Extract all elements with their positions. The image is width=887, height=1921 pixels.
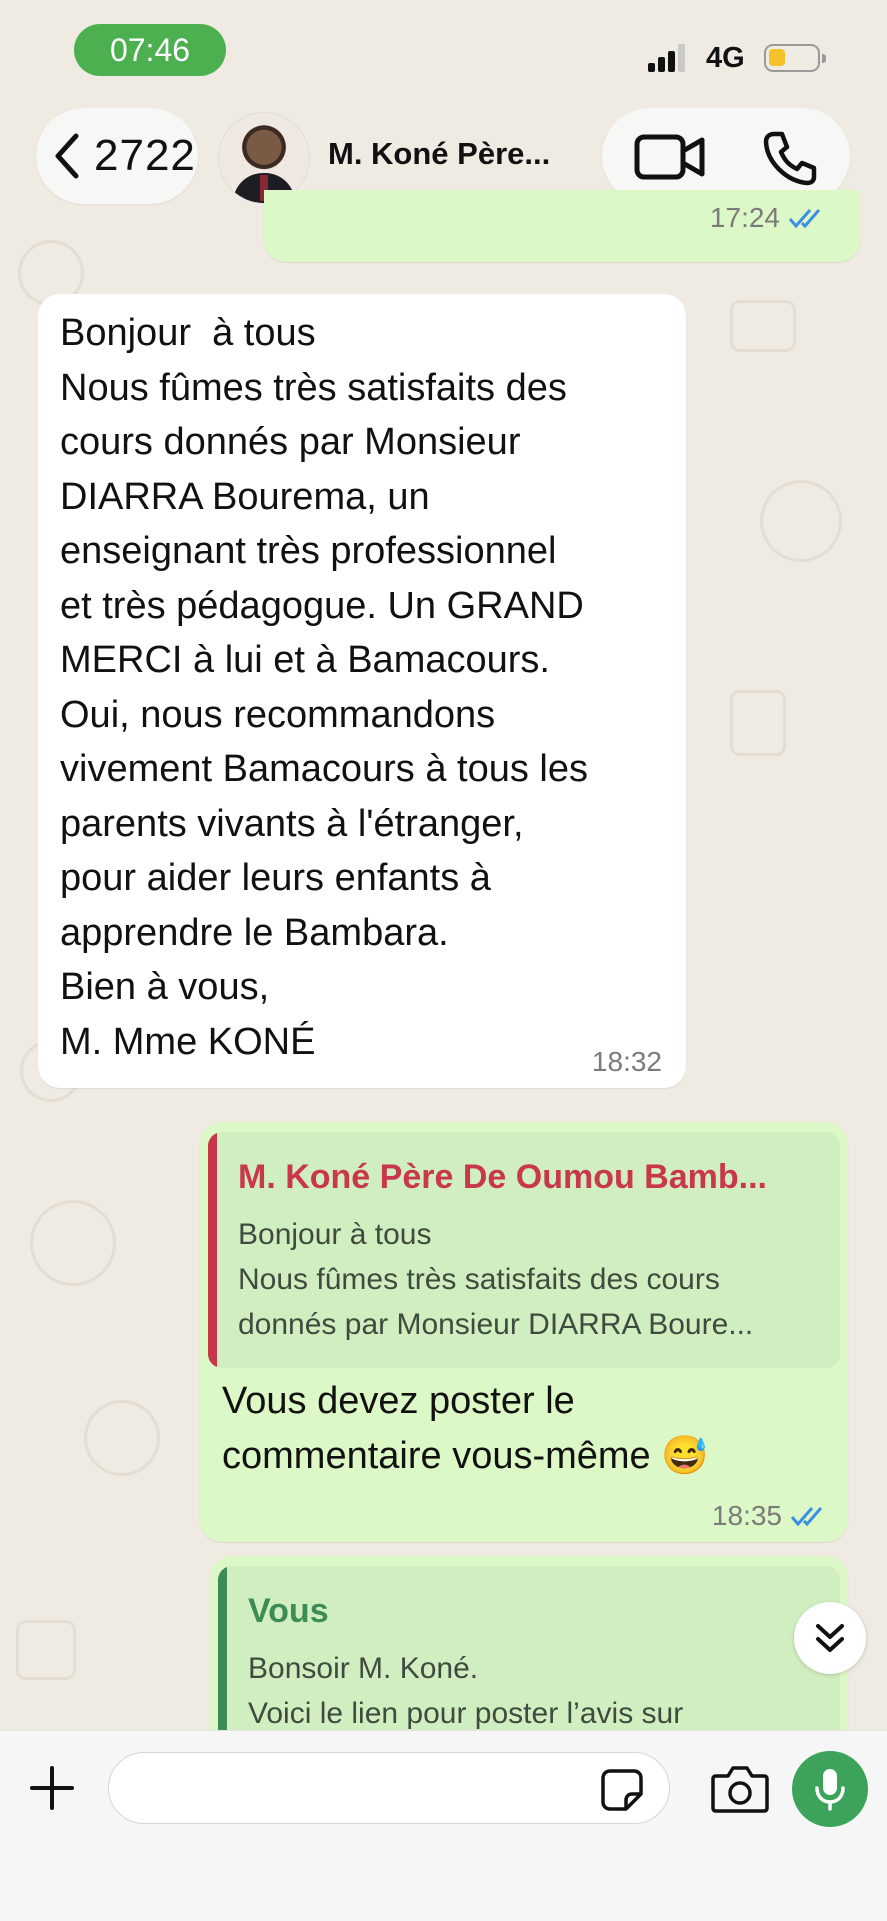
double-check-icon (790, 1507, 823, 1527)
signal-icon (648, 44, 692, 72)
quote-line: donnés par Monsieur DIARRA Boure... (238, 1308, 754, 1341)
message-bubble-outgoing[interactable]: 17:24 (264, 190, 860, 262)
message-meta: 18:32 (592, 1046, 662, 1078)
wallpaper-doodle (16, 1620, 76, 1680)
wallpaper-doodle (730, 690, 786, 756)
sticker-icon[interactable] (600, 1768, 644, 1812)
message-bubble-outgoing[interactable]: M. Koné Père De Oumou Bamb... Bonjour à … (200, 1122, 848, 1542)
battery-low-icon (764, 44, 826, 72)
wallpaper-doodle (760, 480, 842, 562)
message-input[interactable] (133, 1767, 597, 1811)
quoted-message[interactable]: M. Koné Père De Oumou Bamb... Bonjour à … (208, 1132, 840, 1368)
message-time: 17:24 (709, 202, 780, 233)
quote-line: Bonjour à tous (238, 1218, 432, 1251)
scroll-to-bottom-button[interactable] (794, 1602, 866, 1674)
message-text: Bonjour à tous Nous fûmes très satisfait… (60, 312, 589, 1063)
message-meta: 18:35 (712, 1500, 828, 1532)
double-chevron-down-icon (816, 1624, 844, 1652)
message-input-box[interactable] (108, 1752, 670, 1824)
wallpaper-doodle (730, 300, 796, 352)
double-check-icon (788, 209, 821, 229)
message-meta: 17:24 (710, 202, 826, 234)
unread-count: 2722 (94, 131, 196, 180)
wallpaper-doodle (30, 1200, 116, 1286)
wallpaper-doodle (84, 1400, 160, 1476)
microphone-icon (815, 1769, 845, 1811)
voice-message-button[interactable] (792, 1751, 868, 1827)
quote-line: Nous fûmes très satisfaits des cours (238, 1263, 720, 1296)
camera-icon[interactable] (710, 1764, 770, 1814)
message-time: 18:35 (711, 1500, 782, 1531)
message-time: 18:32 (591, 1046, 662, 1077)
quote-author: M. Koné Père De Oumou Bamb... (238, 1158, 767, 1196)
message-bubble-outgoing[interactable]: Vous Bonsoir M. Koné. Voici le lien pour… (210, 1556, 848, 1730)
quoted-message[interactable]: Vous Bonsoir M. Koné. Voici le lien pour… (218, 1566, 840, 1730)
quote-author: Vous (248, 1592, 329, 1630)
plus-icon[interactable] (28, 1764, 76, 1812)
message-text: Vous devez poster le commentaire vous-mê… (222, 1380, 709, 1477)
quote-bar (218, 1566, 227, 1730)
message-bubble-incoming[interactable]: Bonjour à tous Nous fûmes très satisfait… (38, 294, 686, 1088)
back-button[interactable]: 2722 (36, 108, 198, 204)
quote-line: Voici le lien pour poster l’avis sur (248, 1697, 684, 1730)
chevron-left-icon (55, 133, 79, 179)
quote-line: Bonsoir M. Koné. (248, 1652, 479, 1685)
contact-name[interactable]: M. Koné Père... (328, 136, 550, 172)
quote-bar (208, 1132, 217, 1368)
phone-icon[interactable] (762, 130, 818, 186)
status-time: 07:46 (74, 24, 226, 76)
network-type: 4G (706, 42, 745, 74)
video-camera-icon[interactable] (634, 134, 706, 180)
